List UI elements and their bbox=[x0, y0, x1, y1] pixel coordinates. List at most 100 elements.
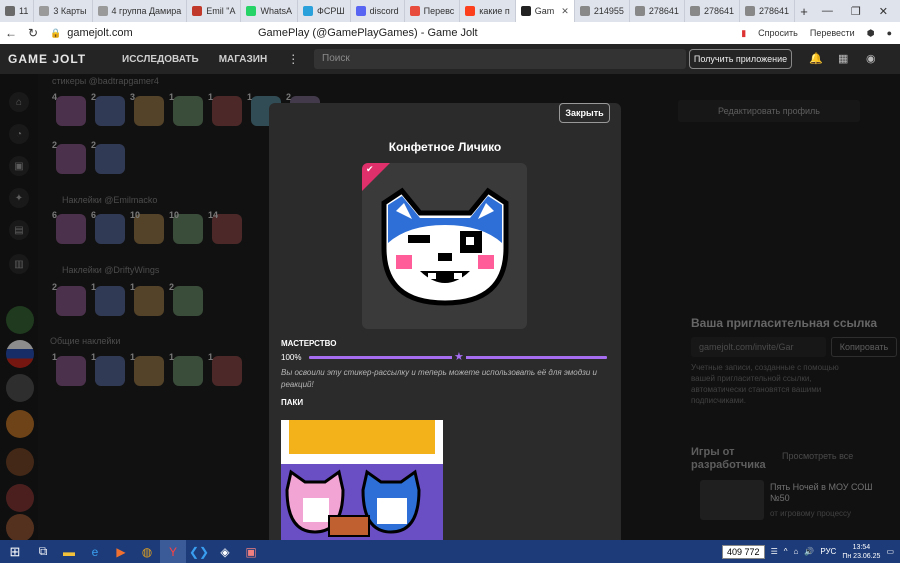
reload-icon[interactable]: ↻ bbox=[22, 26, 44, 40]
get-app-button[interactable]: Получить приложение bbox=[689, 49, 792, 69]
notifications-icon[interactable]: ▭ bbox=[886, 547, 894, 556]
chrome-icon[interactable]: ◍ bbox=[134, 540, 160, 563]
windows-taskbar: ⊞ ⧉ ▬ e ▶ ◍ Y ❮❯ ◈ ▣ 409 772 ☰ ^ ⌂ 🔊 РУС… bbox=[0, 540, 900, 563]
volume-icon[interactable]: 🔊 bbox=[804, 547, 814, 556]
search-input[interactable]: Поиск bbox=[314, 49, 686, 69]
game-app-icon[interactable]: ▣ bbox=[238, 540, 264, 563]
browser-tab[interactable]: 214955 bbox=[575, 0, 630, 22]
candy-face-sticker-image bbox=[381, 187, 509, 306]
translate-icon bbox=[409, 6, 420, 16]
address-bar: ← ↻ 🔒 gamejolt.com GamePlay (@GamePlayGa… bbox=[0, 22, 900, 44]
yandex-icon bbox=[465, 6, 476, 16]
url-text: gamejolt.com bbox=[67, 27, 133, 39]
browser-tab[interactable]: 278641 bbox=[685, 0, 740, 22]
window-controls: — ❐ ✕ bbox=[822, 5, 900, 18]
maps-icon bbox=[39, 6, 50, 16]
profile-icon[interactable]: ● bbox=[887, 28, 892, 38]
bookmark-icon[interactable]: ▮ bbox=[741, 28, 746, 39]
browser-tab[interactable]: WhatsA bbox=[241, 0, 298, 22]
browser-tab[interactable]: 278641 bbox=[630, 0, 685, 22]
browser-tab-label: 3 Карты bbox=[53, 6, 87, 16]
browser-tab-label: discord bbox=[369, 6, 399, 16]
group-icon bbox=[97, 6, 108, 16]
ask-button[interactable]: Спросить bbox=[758, 28, 798, 38]
app-icon[interactable]: ◈ bbox=[212, 540, 238, 563]
maximize-icon[interactable]: ❐ bbox=[851, 5, 861, 18]
star-icon: ★ bbox=[452, 350, 466, 363]
browser-tab[interactable]: 4 группа Дамира bbox=[93, 0, 188, 22]
gamejolt-icon bbox=[520, 6, 531, 16]
browser-tab-label: 11 bbox=[19, 6, 29, 16]
nav-explore[interactable]: ИССЛЕДОВАТЬ bbox=[112, 54, 209, 65]
media-player-icon[interactable]: ▶ bbox=[108, 540, 134, 563]
sticker-pack-image bbox=[281, 420, 443, 540]
doc-icon bbox=[744, 6, 755, 16]
browser-tab[interactable]: Перевс bbox=[405, 0, 461, 22]
browser-tab[interactable]: 278641 bbox=[740, 0, 796, 22]
extension-icon[interactable]: ⬢ bbox=[867, 28, 875, 39]
sticker-preview: ✔ bbox=[362, 163, 527, 329]
grid-icon[interactable]: ▦ bbox=[838, 52, 848, 65]
browser-tab[interactable]: ФСРШ bbox=[298, 0, 351, 22]
vscode-icon[interactable]: ❮❯ bbox=[186, 540, 212, 563]
browser-tab-label: Перевс bbox=[423, 6, 455, 16]
mastery-label: МАСТЕРСТВО bbox=[281, 339, 337, 348]
browser-tab-label: какие п bbox=[479, 6, 510, 16]
system-tray: 409 772 ☰ ^ ⌂ 🔊 РУС 13:54 Пн 23.06.25 ▭ bbox=[722, 543, 900, 561]
translate-button[interactable]: Перевести bbox=[810, 28, 855, 38]
lock-icon: 🔒 bbox=[50, 27, 62, 38]
minimize-icon[interactable]: — bbox=[822, 5, 833, 18]
network-icon[interactable]: ⌂ bbox=[794, 547, 799, 556]
language-indicator[interactable]: РУС bbox=[820, 547, 836, 556]
browser-tab[interactable]: 11 bbox=[0, 0, 35, 22]
sticker-pack-card[interactable] bbox=[281, 420, 443, 540]
notes-icon[interactable]: ☰ bbox=[771, 547, 778, 556]
browser-tab[interactable]: Emil "A bbox=[187, 0, 242, 22]
clock[interactable]: 13:54 Пн 23.06.25 bbox=[842, 543, 880, 561]
tray-counter: 409 772 bbox=[722, 544, 765, 559]
whatsapp-icon bbox=[246, 6, 257, 16]
browser-tab-strip: 11 3 Карты 4 группа Дамира Emil "A WhatsA ФСР… bbox=[0, 0, 900, 22]
doc-icon bbox=[689, 6, 700, 16]
telegram-icon bbox=[303, 6, 313, 16]
browser-tab-label: Gam bbox=[534, 6, 555, 16]
browser-tab-label: 4 группа Дамира bbox=[111, 6, 182, 16]
file-explorer-icon[interactable]: ▬ bbox=[56, 540, 82, 563]
sticker-modal: Закрыть Конфетное Личико ✔ МАСТЕРСТВО 10… bbox=[269, 103, 621, 540]
nav-store[interactable]: МАГАЗИН bbox=[209, 54, 278, 65]
task-view-icon[interactable]: ⧉ bbox=[30, 540, 56, 563]
back-icon[interactable]: ← bbox=[0, 26, 22, 40]
mastery-percent: 100% bbox=[281, 353, 302, 362]
doc-icon bbox=[634, 6, 645, 16]
close-window-icon[interactable]: ✕ bbox=[879, 5, 888, 18]
browser-tab-label: ФСРШ bbox=[317, 6, 345, 16]
browser-tab[interactable]: Gam ✕ bbox=[515, 0, 575, 22]
site-icon bbox=[192, 6, 203, 16]
browser-tab[interactable]: какие п bbox=[460, 0, 516, 22]
close-button[interactable]: Закрыть bbox=[559, 103, 610, 123]
gamejolt-logo[interactable]: GAME JOLT bbox=[0, 52, 112, 66]
mastery-description: Вы освоили эту стикер-рассылку и теперь … bbox=[281, 368, 597, 389]
new-tab-button[interactable]: + bbox=[795, 4, 813, 19]
more-menu-icon[interactable]: ⋮ bbox=[277, 52, 309, 66]
page-title: GamePlay (@GamePlayGames) - Game Jolt bbox=[258, 27, 478, 39]
site-header: GAME JOLT ИССЛЕДОВАТЬ МАГАЗИН ⋮ Поиск По… bbox=[0, 44, 900, 74]
bell-icon[interactable]: 🔔 bbox=[809, 52, 823, 65]
windows-start-icon[interactable]: ⊞ bbox=[0, 544, 30, 560]
browser-tab-label: 214955 bbox=[593, 6, 624, 16]
up-arrow-icon[interactable]: ^ bbox=[784, 547, 788, 556]
yandex-browser-icon[interactable]: Y bbox=[160, 540, 186, 563]
browser-tab-label: Emil "A bbox=[206, 6, 236, 16]
avatar[interactable]: ◉ bbox=[866, 52, 876, 65]
url-field[interactable]: 🔒 gamejolt.com bbox=[44, 27, 194, 39]
close-tab-icon[interactable]: ✕ bbox=[561, 6, 569, 17]
packs-label: ПАКИ bbox=[281, 398, 304, 407]
browser-tab-label: 278641 bbox=[703, 6, 734, 16]
browser-tab[interactable]: discord bbox=[351, 0, 405, 22]
browser-tab-label: 278641 bbox=[758, 6, 790, 16]
browser-tab-label: 278641 bbox=[648, 6, 679, 16]
ie-icon[interactable]: e bbox=[82, 540, 108, 563]
tab-count bbox=[5, 6, 15, 16]
clock-date: Пн 23.06.25 bbox=[842, 552, 881, 560]
browser-tab[interactable]: 3 Карты bbox=[34, 0, 93, 22]
